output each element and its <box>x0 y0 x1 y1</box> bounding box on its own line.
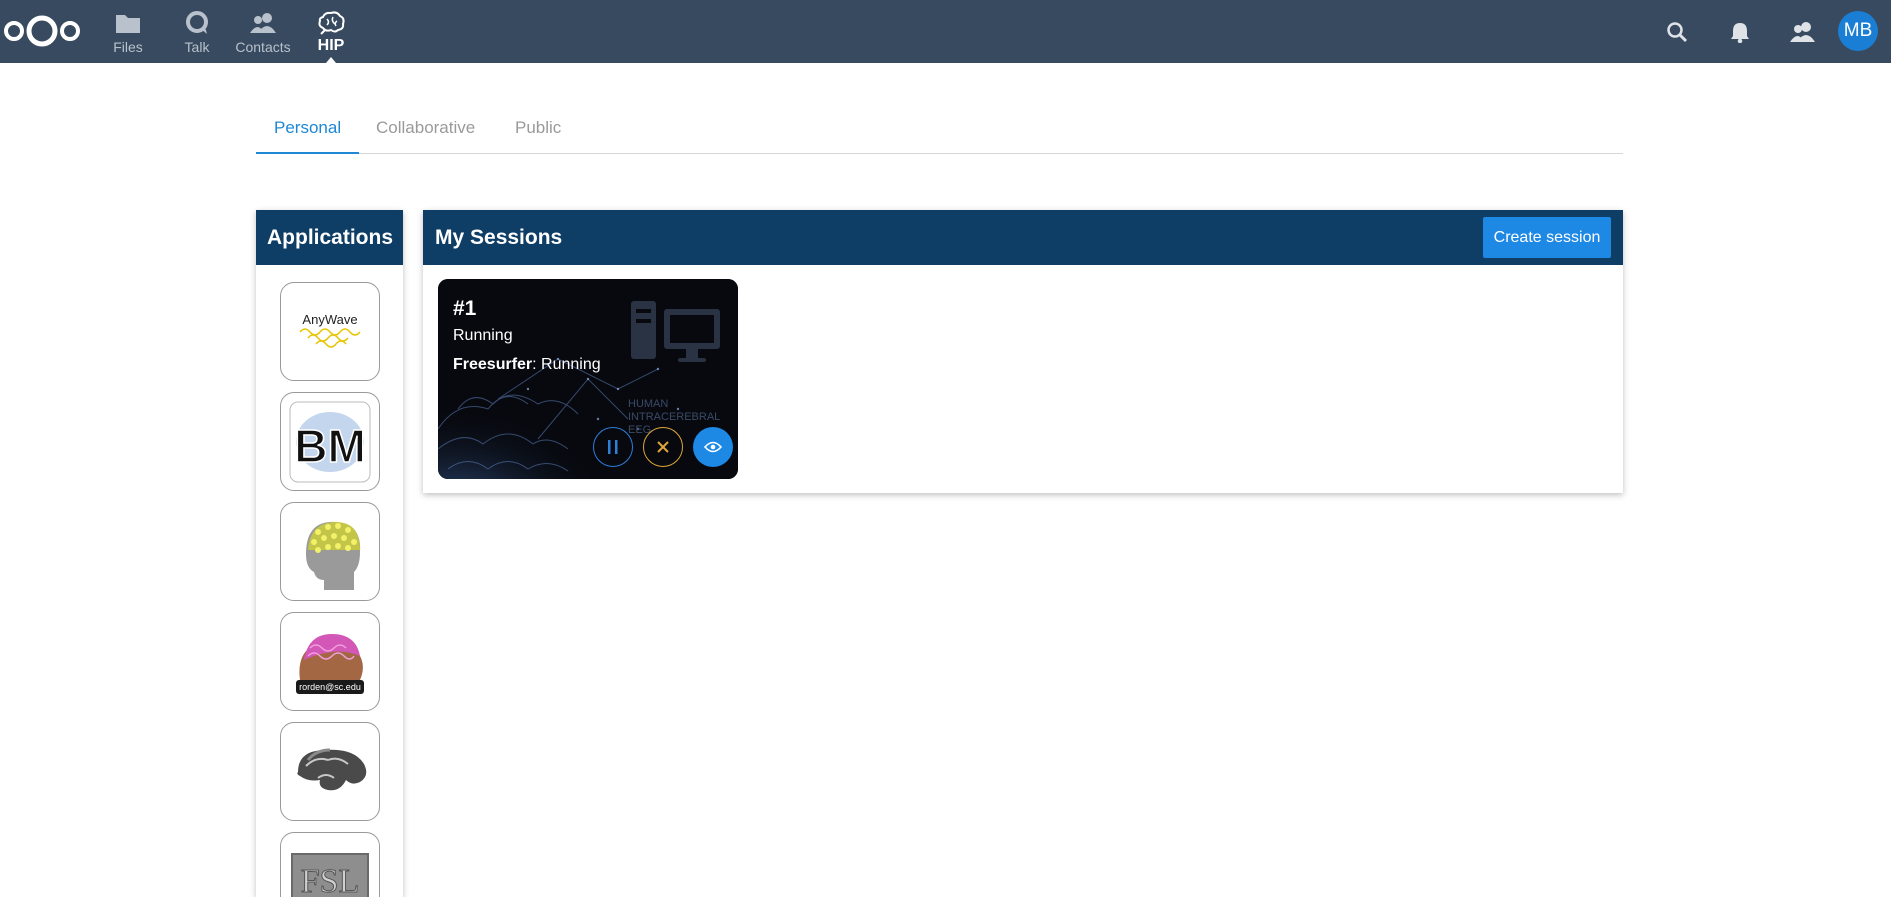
eeg-head-logo <box>306 521 361 590</box>
nav-files[interactable]: Files <box>110 0 146 63</box>
close-icon <box>657 441 669 453</box>
bm-logo: BM <box>289 401 371 482</box>
brain-3d-logo <box>297 748 367 790</box>
app-tile-anywave[interactable]: AnyWave <box>280 282 380 381</box>
applications-panel: Applications AnyWave BM rorden@sc.edu FS… <box>256 210 403 897</box>
nextcloud-logo[interactable] <box>2 12 82 50</box>
folder-icon <box>115 10 141 36</box>
top-bar: Files Talk Contacts HIP MB <box>0 0 1891 63</box>
svg-text:FSL: FSL <box>301 863 360 897</box>
nav-hip[interactable]: HIP <box>313 0 349 63</box>
app-tile-mricrogl[interactable]: rorden@sc.edu <box>280 612 380 711</box>
app-tile-eeg-head[interactable] <box>280 502 380 601</box>
contacts-menu-icon[interactable] <box>1788 17 1818 47</box>
nav-contacts-label: Contacts <box>235 39 291 55</box>
svg-text:rorden@sc.edu: rorden@sc.edu <box>299 682 361 692</box>
session-app-status: Freesurfer: Running <box>453 356 601 374</box>
nav-contacts[interactable]: Contacts <box>234 0 292 63</box>
eye-icon <box>704 441 722 453</box>
contacts-icon <box>248 10 278 36</box>
svg-text:BM: BM <box>294 420 366 472</box>
user-avatar[interactable]: MB <box>1838 11 1878 51</box>
create-session-button[interactable]: Create session <box>1483 217 1611 258</box>
session-app-name: Freesurfer <box>453 356 533 373</box>
app-tile-fsl[interactable]: FSL <box>280 832 380 897</box>
talk-icon <box>184 10 210 36</box>
session-app-state: : Running <box>532 356 601 373</box>
brain-icon <box>317 10 345 36</box>
session-info: #1 Running Freesurfer: Running <box>453 297 601 374</box>
sessions-header: My Sessions Create session <box>423 210 1623 265</box>
mricrogl-logo: rorden@sc.edu <box>296 633 364 694</box>
nav-files-label: Files <box>113 39 143 55</box>
sessions-panel: My Sessions Create session HUMAN INTRACE… <box>423 210 1623 493</box>
stop-session-button[interactable] <box>643 427 683 467</box>
nav-talk[interactable]: Talk <box>181 0 213 63</box>
app-tile-brain-3d[interactable] <box>280 722 380 821</box>
bell-icon[interactable] <box>1725 17 1755 47</box>
applications-title: Applications <box>256 210 403 265</box>
tab-personal[interactable]: Personal <box>256 110 360 154</box>
svg-text:AnyWave: AnyWave <box>302 312 357 327</box>
fsl-logo: FSL <box>291 852 369 897</box>
session-card[interactable]: HUMAN INTRACEREBRAL EEG #1 Running Frees… <box>438 279 738 479</box>
nav-talk-label: Talk <box>184 39 210 55</box>
anywave-logo: AnyWave <box>299 312 361 348</box>
workspace-tabs: Personal Collaborative Public <box>256 110 1623 154</box>
active-app-caret <box>326 57 336 63</box>
pause-session-button[interactable] <box>593 427 633 467</box>
session-status: Running <box>453 327 513 344</box>
session-number: #1 <box>453 297 477 320</box>
tab-public[interactable]: Public <box>497 110 579 154</box>
search-icon[interactable] <box>1662 17 1692 47</box>
tab-collaborative[interactable]: Collaborative <box>358 110 493 154</box>
sessions-title: My Sessions <box>435 225 563 249</box>
pause-icon <box>608 440 618 454</box>
app-tile-bm[interactable]: BM <box>280 392 380 491</box>
view-session-button[interactable] <box>693 427 733 467</box>
nav-hip-label: HIP <box>317 37 345 54</box>
